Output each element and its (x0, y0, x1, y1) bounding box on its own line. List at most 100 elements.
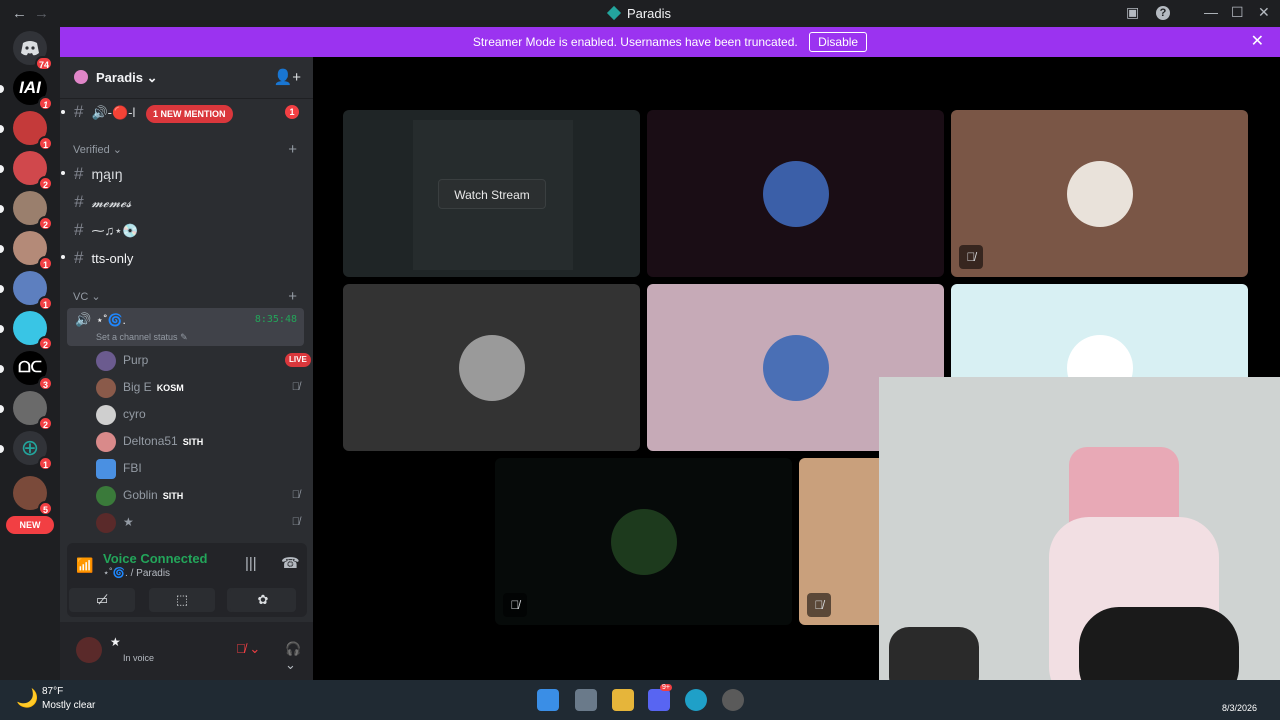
guild-icon[interactable]: 5 (13, 476, 53, 516)
windows-start-icon[interactable] (537, 689, 559, 711)
close-window-icon[interactable]: ✕ (1258, 4, 1270, 21)
home-badge: 74 (34, 56, 53, 71)
guild-icon[interactable]: 2 (13, 151, 53, 191)
new-mention-badge[interactable]: 1 NEW MENTION (146, 105, 233, 123)
guild-icon[interactable]: 1 (13, 111, 53, 151)
mute-mic-icon[interactable]: 🎙̸ ⌄ (236, 641, 260, 657)
channel-item-memes[interactable]: # 𝓶𝓮𝓶𝓮𝓼 (74, 190, 304, 214)
muted-icon: 🎙̸ (959, 245, 983, 269)
help-icon[interactable]: ? (1156, 6, 1170, 20)
channel-item-music[interactable]: # ⁓♫⋆💿 (74, 218, 304, 242)
soundboard-icon: ✿ (257, 592, 269, 607)
server-header[interactable]: Paradis ⌄ 👤+ (60, 57, 313, 99)
voice-member[interactable]: Big E KOSM 🎙̸ (96, 376, 306, 398)
disable-streamer-button[interactable]: Disable (809, 32, 868, 52)
guild-badge: 1 (38, 296, 53, 311)
category-label: VC (73, 291, 89, 303)
channel-name: ⁓♫⋆💿 (91, 223, 139, 238)
avatar (96, 404, 116, 425)
member-name: Big E (123, 380, 152, 394)
voice-member[interactable]: Purp LIVE (96, 349, 311, 371)
add-server-icon[interactable]: ⊕ 1 (13, 431, 53, 471)
clan-tag: KOSM (156, 383, 184, 393)
guild-icon-iai[interactable]: IAI 1 (13, 71, 53, 111)
guild-icon[interactable]: 2 (13, 191, 53, 231)
stream-tile[interactable]: Watch Stream (343, 110, 640, 277)
user-avatar[interactable] (76, 637, 102, 663)
member-name: cyro (123, 407, 146, 421)
participant-avatar (610, 508, 677, 575)
voice-member[interactable]: ★ 🎙̸ (96, 511, 306, 533)
participant-tile[interactable] (647, 110, 944, 277)
guild-badge: 2 (38, 416, 53, 431)
screen-share-button[interactable]: ⬚ (149, 588, 215, 612)
channel-item-main[interactable]: # ɱąıŋ (74, 162, 304, 186)
discord-taskbar-icon[interactable]: 9+ (648, 684, 672, 711)
voice-member[interactable]: FBI (96, 457, 306, 479)
voice-member[interactable]: cyro (96, 403, 306, 425)
guild-icon[interactable]: 1 (13, 231, 53, 271)
guild-badge: 3 (38, 376, 53, 391)
soundboard-button[interactable]: ✿ (230, 588, 296, 612)
guild-badge: 1 (38, 96, 53, 111)
muted-icon: 🎙̸ (291, 516, 300, 528)
username: ★ (110, 635, 121, 649)
invite-people-icon[interactable]: 👤+ (274, 68, 301, 86)
create-voice-channel-icon[interactable]: + (288, 288, 297, 305)
weather-temp[interactable]: 87°F (42, 686, 63, 697)
channel-sidebar: Paradis ⌄ 👤+ # 🔊-🔴-l 1 NEW MENTION 1 Veri… (60, 57, 345, 680)
close-banner-icon[interactable]: ✕ (1251, 27, 1264, 57)
voice-channel-name: ⋆˚🌀. (96, 313, 126, 327)
muted-icon: 🎙̸ (503, 593, 527, 617)
camera-off-button[interactable]: ▭̸ (69, 588, 135, 612)
guild-icon[interactable]: 2 (13, 391, 53, 431)
voice-channel-active[interactable]: 🔊 ⋆˚🌀. 8:35:48 Set a channel status ✎ (67, 308, 304, 346)
create-channel-icon[interactable]: + (288, 141, 297, 158)
participant-tile[interactable]: 🎙̸ (495, 458, 792, 625)
category-verified[interactable]: Verified ⌄ (73, 143, 122, 156)
guild-badge: 2 (38, 176, 53, 191)
home-button[interactable]: 74 (13, 31, 53, 71)
voice-member[interactable]: Deltona51 SITH (96, 430, 306, 452)
inbox-icon[interactable]: ▣ (1126, 4, 1139, 21)
file-explorer-icon[interactable] (612, 689, 634, 711)
edge-browser-icon[interactable] (685, 689, 707, 711)
participant-avatar (1066, 160, 1133, 227)
muted-icon: 🎙̸ (807, 593, 831, 617)
participant-tile[interactable] (343, 284, 640, 451)
unread-dot (61, 255, 65, 259)
channel-item-tts-only[interactable]: # tts-only (74, 246, 304, 270)
taskbar: 🌙 87°F Mostly clear 9+ 8/3/2026 (0, 680, 1280, 720)
banner-text: Streamer Mode is enabled. Usernames have… (472, 35, 798, 49)
category-vc[interactable]: VC ⌄ (73, 290, 101, 303)
disconnect-icon[interactable]: ☎ (281, 554, 300, 572)
new-unreads-pill[interactable]: NEW (6, 516, 54, 534)
noise-suppression-icon[interactable]: ||| (245, 555, 257, 572)
guild-icon[interactable]: ᗝᑕ 3 (13, 351, 53, 391)
voice-member[interactable]: Goblin SITH 🎙̸ (96, 484, 306, 506)
minimize-icon[interactable]: — (1204, 4, 1218, 20)
channel-status-link[interactable]: Set a channel status ✎ (96, 332, 188, 343)
avatar (96, 377, 116, 398)
guild-badge: 2 (38, 216, 53, 231)
user-panel: ★ In voice 🎙̸ ⌄ 🎧 ⌄ ⚙ (60, 622, 345, 680)
webcam-overlay (879, 377, 1280, 705)
maximize-icon[interactable]: ☐ (1231, 4, 1244, 21)
unread-pill (0, 445, 4, 453)
avatar (96, 512, 116, 533)
participant-tile[interactable]: 🎙̸ (951, 110, 1248, 277)
guild-icon[interactable]: 2 (13, 311, 53, 351)
avatar (96, 458, 116, 479)
hash-icon: # (74, 102, 84, 121)
task-view-icon[interactable] (575, 689, 597, 711)
hash-icon: # (74, 164, 84, 183)
watch-stream-button[interactable]: Watch Stream (438, 179, 546, 209)
taskbar-date: 8/3/2026 (1222, 703, 1258, 713)
headphones-icon[interactable]: 🎧 ⌄ (285, 641, 313, 673)
weather-desc[interactable]: Mostly clear (42, 700, 95, 711)
unread-pill (0, 165, 4, 173)
voice-location[interactable]: ⋆˚🌀. / Paradis (103, 568, 170, 579)
app-icon[interactable] (722, 689, 744, 711)
unread-pill (0, 85, 4, 93)
guild-icon[interactable]: 1 (13, 271, 53, 311)
